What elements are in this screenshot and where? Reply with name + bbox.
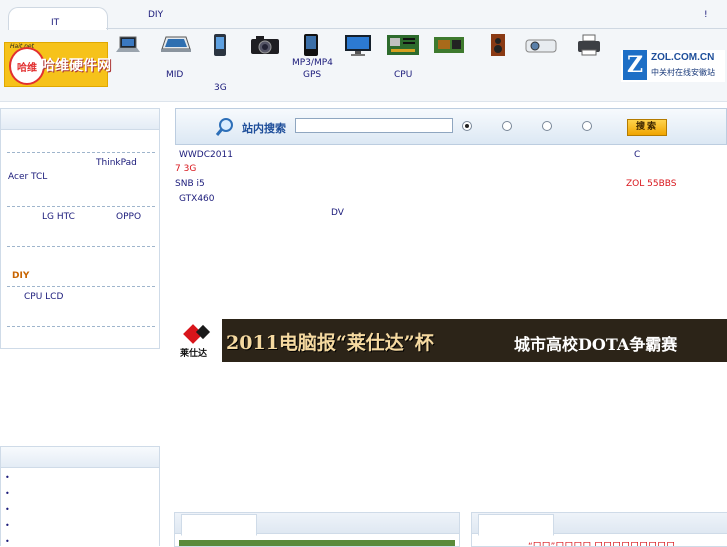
mp3-player-icon[interactable] [297,33,325,57]
camera-icon[interactable] [248,33,282,57]
zol-logo-title: ZOL.COM.CN [651,52,715,63]
speaker-icon[interactable] [484,33,512,57]
banner-subtitle: 城市高校DOTA争霸赛 [514,335,678,354]
list-bullet: • [5,473,10,482]
zol-logo[interactable]: Z ZOL.COM.CN 中关村在线安徽站 [621,50,725,82]
label-3g[interactable]: 3G [214,83,227,93]
sidebar-header [1,109,159,130]
news-link-dv[interactable]: DV [331,208,344,218]
site-search-bar: 站内搜索 搜索 [175,108,727,145]
divider [7,286,155,287]
search-label: 站内搜索 [242,122,286,135]
laishida-logo-name: 莱仕达 [180,349,208,359]
graphics-card-icon[interactable] [432,33,466,57]
news-link-wwdc[interactable]: WWDC2011 [179,150,233,160]
news-link-zol-55bbs[interactable]: ZOL 55BBS [626,179,676,189]
header-exclamation: ! [704,10,708,20]
panel-headline[interactable]: “口口”口口口口 口口口口口口口口口 [528,539,675,546]
netbook-icon[interactable] [159,33,193,57]
search-icon [215,118,233,136]
divider [7,326,155,327]
bottom-panel-left [174,512,460,547]
banner-title: 2011电脑报“莱仕达”杯 [226,332,434,354]
sidebar-link-oppo[interactable]: OPPO [116,212,141,222]
label-cpu[interactable]: CPU [394,70,412,80]
search-button[interactable]: 搜索 [627,119,667,136]
list-bullet: • [5,521,10,530]
search-radio-2[interactable] [502,121,512,131]
panel-tab[interactable] [181,514,257,536]
dota-contest-banner[interactable]: 莱仕达 2011电脑报“莱仕达”杯 城市高校DOTA争霸赛 [174,319,727,362]
tab-it-label: IT [51,18,60,28]
hait-logo-badge: 哈维 [9,47,45,85]
sidebar-list-header [1,447,159,468]
divider [7,246,155,247]
news-link-7-3g[interactable]: 7 3G [175,164,196,174]
sidebar-link-thinkpad[interactable]: ThinkPad [96,158,137,168]
search-radio-4[interactable] [582,121,592,131]
zol-logo-subtitle: 中关村在线安徽站 [651,68,715,77]
search-input[interactable] [295,118,453,133]
laptop-icon[interactable] [114,33,142,57]
printer-icon[interactable] [575,33,603,57]
hait-logo[interactable]: Hait.net 哈维 哈维硬件网 [4,42,111,87]
tab-divider [106,28,727,29]
list-bullet: • [5,505,10,514]
sidebar-link-cpu-lcd[interactable]: CPU LCD [24,292,63,302]
list-bullet: • [5,489,10,498]
phone-icon[interactable] [206,33,234,57]
search-radio-3[interactable] [542,121,552,131]
hait-logo-brand: 哈维硬件网 [41,58,111,74]
bottom-panel-right: “口口”口口口口 口口口口口口口口口 [471,512,727,547]
diy-link[interactable]: DIY [148,10,163,20]
divider [7,152,155,153]
news-link-snb-i5[interactable]: SNB i5 [175,179,205,189]
label-mp3[interactable]: MP3/MP4 [292,58,333,68]
search-radio-1[interactable] [462,121,472,131]
sidebar-link-diy[interactable]: DIY [12,271,29,281]
label-gps[interactable]: GPS [303,70,321,80]
divider [7,206,155,207]
tab-it[interactable]: IT [8,7,108,30]
sidebar-link-acer-tcl[interactable]: Acer TCL [8,172,47,182]
label-mid[interactable]: MID [166,70,183,80]
laishida-logo: 莱仕达 [174,319,222,362]
zol-logo-letter: Z [623,50,647,80]
sidebar-link-lg-htc[interactable]: LG HTC [42,212,75,222]
projector-icon[interactable] [524,33,558,57]
sidebar-category-box: ThinkPad Acer TCL LG HTC OPPO DIY CPU LC… [0,108,160,349]
sidebar-list-box: • • • • • [0,446,160,546]
news-link-c[interactable]: C [634,150,640,160]
monitor-icon[interactable] [342,33,374,57]
panel-tab[interactable] [478,514,554,536]
motherboard-icon[interactable] [385,33,421,57]
news-link-gtx460[interactable]: GTX460 [179,194,215,204]
panel-image[interactable] [179,540,455,546]
